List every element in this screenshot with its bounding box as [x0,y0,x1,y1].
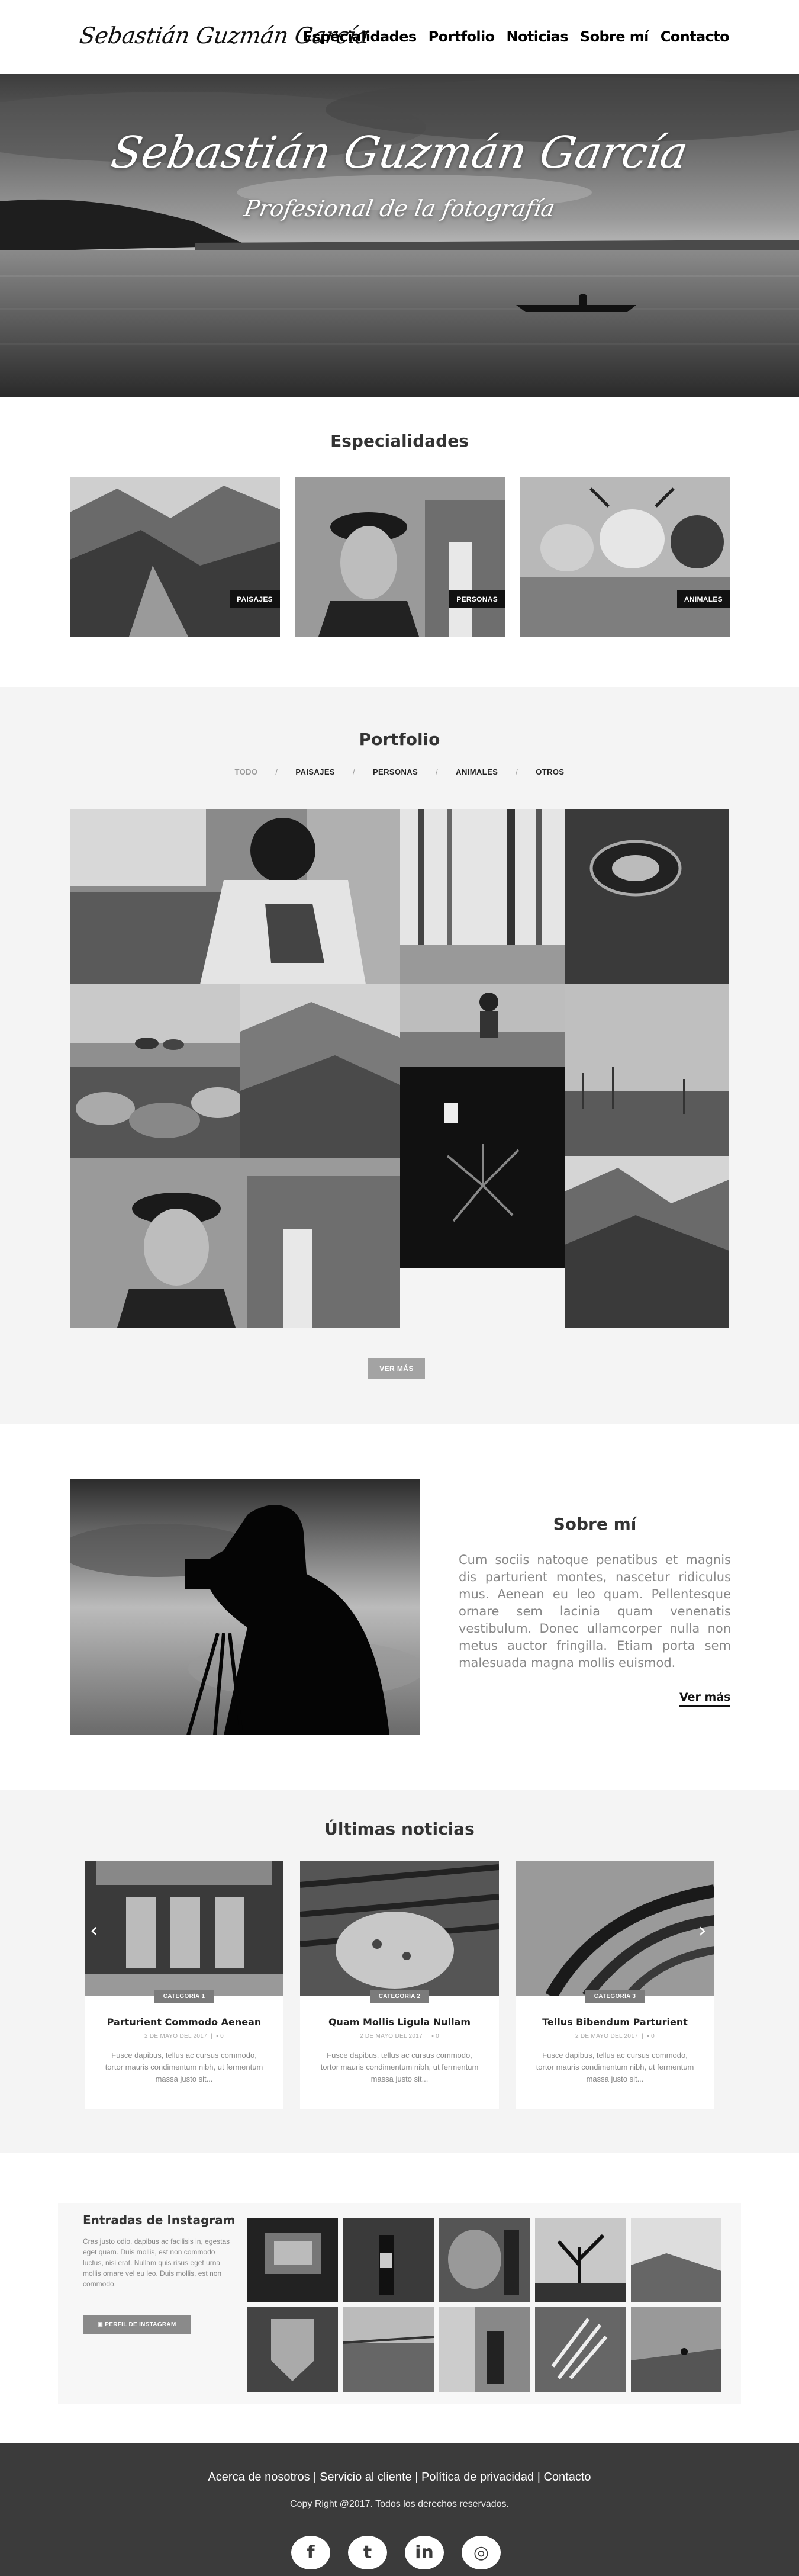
hero-title: Sebastián Guzmán García [107,127,692,178]
cows-photo [520,477,730,637]
portfolio-item-old-man[interactable] [70,1158,400,1328]
specialty-label: ANIMALES [676,590,730,608]
news-title: Últimas noticias [324,1819,475,1839]
portfolio-filters: TODO / PAISAJES / PERSONAS / ANIMALES / … [0,767,799,776]
specialty-label: PAISAJES [230,590,280,608]
filter-separator: / [275,767,278,776]
portfolio-item-lamp-plant[interactable] [400,1067,565,1268]
about-title: Sobre mí [553,1514,637,1534]
portfolio-item-raft[interactable] [565,809,729,984]
nav-contacto[interactable]: Contacto [661,28,730,45]
carousel-prev-icon[interactable]: ‹ [90,1919,98,1942]
facebook-icon[interactable]: f [291,2536,330,2569]
instagram-photo[interactable] [631,2218,721,2302]
instagram-icon[interactable]: ◎ [462,2536,501,2569]
instagram-title: Entradas de Instagram [83,2213,236,2227]
portfolio-more-button[interactable]: VER MÁS [368,1358,425,1379]
news-excerpt: Fusce dapibus, tellus ac cursus commodo,… [320,2051,479,2083]
footer-link-service[interactable]: Servicio al cliente [320,2471,412,2484]
portfolio-item-horses-fog[interactable] [70,984,240,1067]
news-category-badge[interactable]: CATEGORÍA 2 [370,1990,429,2003]
instagram-photo[interactable] [247,2218,338,2302]
footer-copyright: Copy Right @2017. Todos los derechos res… [290,2499,509,2509]
portfolio-title: Portfolio [359,730,440,749]
footer-link-contact[interactable]: Contacto [543,2471,591,2484]
linkedin-icon[interactable]: in [405,2536,444,2569]
instagram-photo[interactable] [631,2307,721,2392]
portfolio-item-market[interactable] [70,1067,240,1158]
news-card[interactable]: CATEGORÍA 1 Parturient Commodo Aenean 2 … [85,1861,283,2109]
footer-links: Acerca de nosotros | Servicio al cliente… [208,2471,591,2484]
instagram-photo[interactable] [343,2218,434,2302]
about-more-link[interactable]: Ver más [679,1691,731,1707]
filter-separator: / [516,767,518,776]
bench-photo [516,1861,714,1996]
nav-portfolio[interactable]: Portfolio [429,28,495,45]
news-meta: 2 DE MAYO DEL 2017 | ▪ 0 [359,2033,440,2039]
footer-link-privacy[interactable]: Política de privacidad [421,2471,534,2484]
specialties-title: Especialidades [330,431,469,451]
instagram-photo[interactable] [343,2307,434,2392]
news-category-badge[interactable]: CATEGORÍA 3 [585,1990,645,2003]
portfolio-item-child-beach[interactable] [400,984,565,1067]
comment-icon: ▪ [431,2033,434,2039]
hero-lake-photo [0,74,799,397]
about-text: Cum sociis natoque penatibus et magnis d… [459,1553,731,1670]
music-hall-photo [85,1861,283,1996]
comment-icon: ▪ [216,2033,219,2039]
news-excerpt: Fusce dapibus, tellus ac cursus commodo,… [536,2051,694,2083]
instagram-photo[interactable] [439,2307,530,2392]
cookie-photo [300,1861,499,1996]
hero-banner: Sebastián Guzmán García Profesional de l… [0,74,799,397]
nav-sobre-mi[interactable]: Sobre mí [580,28,649,45]
hero-subtitle: Profesional de la fotografía [242,195,557,221]
news-card[interactable]: CATEGORÍA 2 Quam Mollis Ligula Nullam 2 … [300,1861,499,2109]
footer-link-about[interactable]: Acerca de nosotros [208,2471,310,2484]
news-title[interactable]: Tellus Bibendum Parturient [516,2016,714,2028]
specialty-card-personas[interactable]: PERSONAS [295,477,505,637]
filter-paisajes[interactable]: PAISAJES [295,767,335,776]
news-card[interactable]: CATEGORÍA 3 Tellus Bibendum Parturient 2… [516,1861,714,2109]
instagram-icon: ▣ [97,2321,104,2328]
social-links: f t in ◎ [291,2536,501,2569]
instagram-text: Cras justo odio, dapibus ac facilisis in… [83,2237,230,2288]
instagram-photo[interactable] [535,2218,626,2302]
portfolio-item-hillside[interactable] [240,984,400,1158]
portfolio-item-field-fog[interactable] [565,984,729,1156]
instagram-photo[interactable] [535,2307,626,2392]
instagram-photo[interactable] [247,2307,338,2392]
instagram-photo[interactable] [439,2218,530,2302]
filter-todo[interactable]: TODO [234,767,257,776]
filter-personas[interactable]: PERSONAS [373,767,418,776]
site-header: Sebastián Guzmán García Especialidades P… [0,0,799,74]
portfolio-item-forest[interactable] [400,809,565,984]
specialty-card-animales[interactable]: ANIMALES [520,477,730,637]
main-nav: Especialidades Portfolio Noticias Sobre … [303,28,730,45]
news-title[interactable]: Quam Mollis Ligula Nullam [300,2016,499,2028]
carousel-next-icon[interactable]: › [698,1919,707,1942]
filter-separator: / [352,767,355,776]
specialty-card-paisajes[interactable]: PAISAJES [70,477,280,637]
twitter-icon[interactable]: t [348,2536,387,2569]
portfolio-item-valley[interactable] [565,1156,729,1328]
filter-animales[interactable]: ANIMALES [456,767,498,776]
filter-separator: / [436,767,439,776]
specialty-label: PERSONAS [449,590,505,608]
news-meta: 2 DE MAYO DEL 2017 | ▪ 0 [144,2033,224,2039]
about-photographer-photo [70,1479,420,1735]
portfolio-item-tattoo-man[interactable] [70,809,400,984]
instagram-profile-button[interactable]: ▣ PERFIL DE INSTAGRAM [83,2315,191,2334]
filter-otros[interactable]: OTROS [536,767,564,776]
old-man-hat-photo [295,477,505,637]
nav-especialidades[interactable]: Especialidades [303,28,417,45]
news-title[interactable]: Parturient Commodo Aenean [85,2016,283,2028]
news-excerpt: Fusce dapibus, tellus ac cursus commodo,… [105,2051,263,2083]
news-meta: 2 DE MAYO DEL 2017 | ▪ 0 [575,2033,655,2039]
nav-noticias[interactable]: Noticias [506,28,568,45]
site-footer: Acerca de nosotros | Servicio al cliente… [0,2443,799,2576]
comment-icon: ▪ [647,2033,650,2039]
mountain-valley-photo [70,477,280,637]
news-category-badge[interactable]: CATEGORÍA 1 [154,1990,214,2003]
